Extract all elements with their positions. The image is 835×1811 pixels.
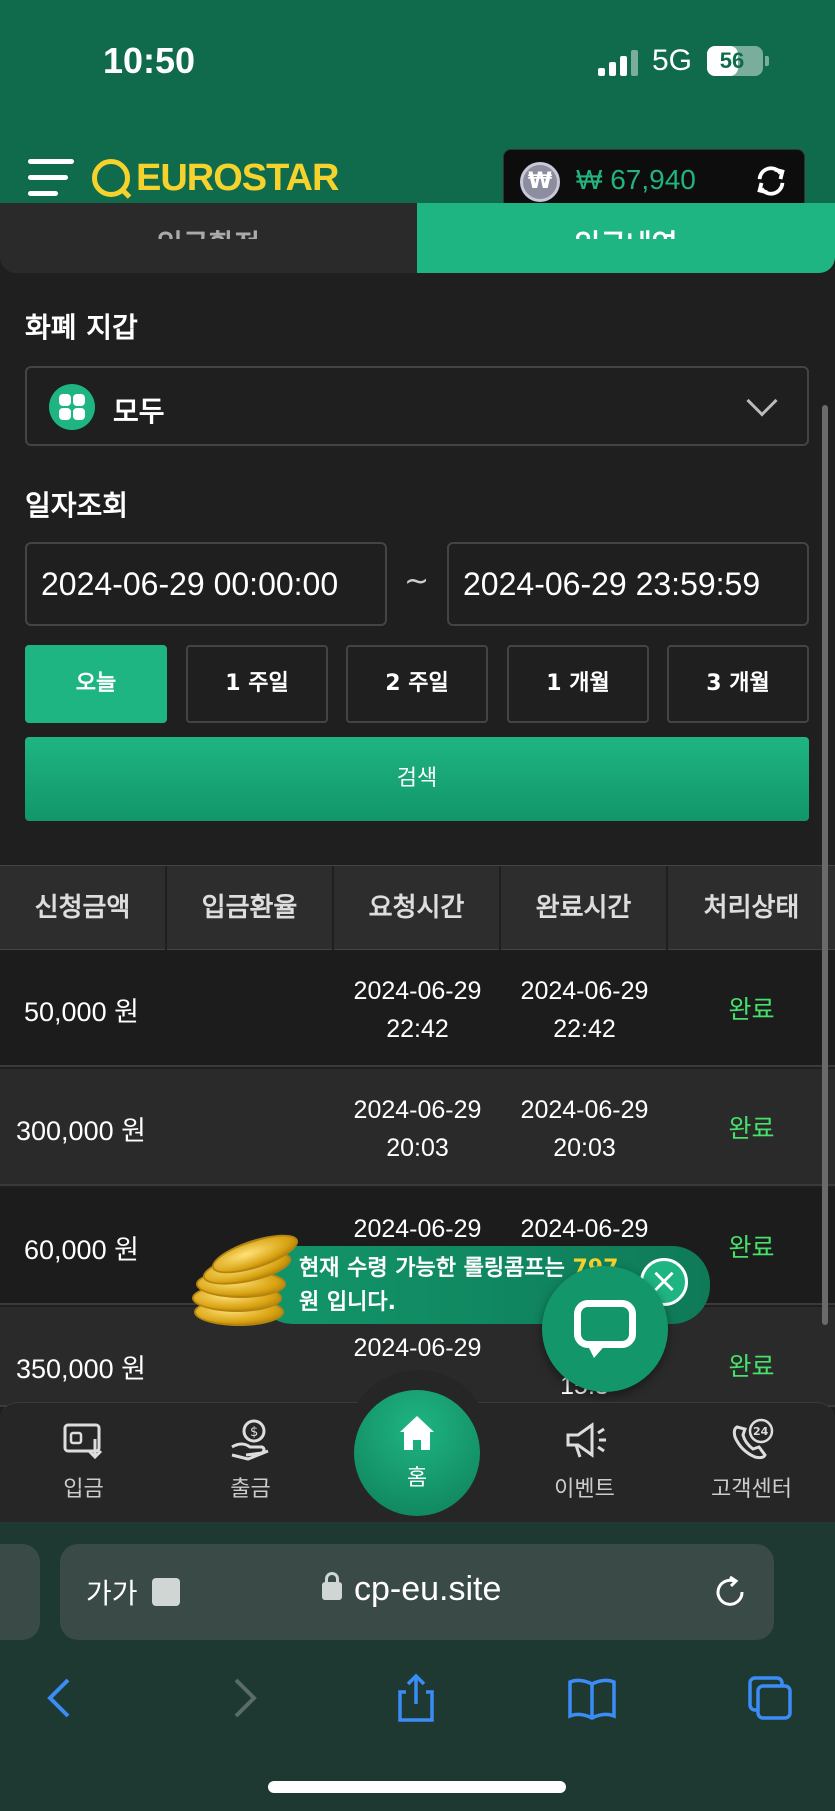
cell-request-time: 2024-06-29 22:42 (353, 977, 482, 1043)
range-1month-button[interactable]: 1 개월 (507, 645, 649, 723)
cell-status: 완료 (728, 1352, 775, 1381)
tab-exchange-label: 입금환전 (156, 228, 261, 261)
tabs-icon[interactable] (744, 1672, 796, 1724)
network-label: 5G (652, 44, 693, 77)
cell-status: 완료 (728, 995, 775, 1024)
range-today-button[interactable]: 오늘 (25, 645, 167, 723)
back-icon[interactable] (36, 1672, 88, 1724)
share-icon[interactable] (390, 1672, 442, 1724)
support-24-icon: 24 (732, 1418, 773, 1460)
tab-history-label: 입금내역 (574, 228, 678, 261)
nav-event-label: 이벤트 (554, 1477, 615, 1502)
logo-mark-icon (92, 159, 130, 197)
range-1week-button[interactable]: 1 주일 (186, 645, 328, 723)
range-3month-button[interactable]: 3 개월 (667, 645, 809, 723)
nav-event[interactable]: 이벤트 (501, 1417, 668, 1517)
battery-icon: 56 (707, 46, 769, 76)
nav-support-label: 고객센터 (711, 1477, 792, 1502)
home-icon (400, 1416, 434, 1450)
nav-withdraw-label: 출금 (230, 1477, 271, 1502)
signal-icon (598, 50, 640, 76)
app-header: 10:50 5G 56 EUROSTAR ₩ ₩ 67,940 (0, 0, 835, 235)
scrollbar[interactable] (822, 405, 828, 1325)
date-from-input[interactable]: 2024-06-29 00:00:00 (25, 542, 387, 626)
withdraw-icon: $ (230, 1419, 269, 1461)
svg-text:$: $ (250, 1425, 258, 1440)
nav-home[interactable]: 홈 (354, 1390, 480, 1516)
extension-icon[interactable] (152, 1578, 180, 1606)
date-to-input[interactable]: 2024-06-29 23:59:59 (447, 542, 809, 626)
won-coin-icon: ₩ (520, 162, 560, 202)
lock-icon (322, 1572, 342, 1600)
bookmarks-icon[interactable] (566, 1672, 618, 1724)
chat-button[interactable] (542, 1266, 668, 1392)
table-row: 50,000 원 2024-06-29 22:42 2024-06-29 22:42… (0, 950, 835, 1067)
coins-icon (190, 1226, 303, 1330)
browser-toolbar: 가가 cp-eu.site (0, 1522, 835, 1811)
wallet-section-label: 화폐 지갑 (25, 311, 138, 344)
date-separator: ~ (404, 564, 430, 599)
home-indicator[interactable] (268, 1781, 566, 1793)
url-text[interactable]: cp-eu.site (354, 1570, 501, 1609)
reader-aa-button[interactable]: 가가 (86, 1572, 138, 1612)
address-bar[interactable]: 가가 cp-eu.site (60, 1544, 774, 1640)
grid-icon (49, 384, 95, 430)
col-rate: 입금환율 (167, 866, 334, 951)
nav-deposit-label: 입금 (63, 1477, 104, 1502)
support-badge: 24 (753, 1425, 769, 1438)
nav-support[interactable]: 24 고객센터 (668, 1417, 835, 1517)
deposit-icon (63, 1423, 102, 1460)
col-amount: 신청금액 (0, 866, 167, 951)
table-row: 300,000 원 2024-06-29 20:03 2024-06-29 20:0… (0, 1069, 835, 1186)
wallet-select[interactable]: 모두 (25, 366, 809, 446)
logo-text: EUROSTAR (136, 156, 339, 199)
tab-history[interactable]: 입금내역 (417, 203, 835, 273)
wallet-amount: ₩ 67,940 (576, 164, 696, 195)
nav-withdraw[interactable]: $ 출금 (167, 1417, 334, 1517)
cell-complete-time: 2024-06-29 20:03 (520, 1096, 649, 1162)
date-section-label: 일자조회 (25, 489, 129, 522)
col-complete-time: 완료시간 (501, 866, 668, 951)
megaphone-icon (566, 1422, 606, 1458)
tab-exchange[interactable]: 입금환전 (0, 203, 417, 273)
search-button[interactable]: 검색 (25, 737, 809, 821)
cell-request-time: 2024-06-29 (353, 1334, 482, 1362)
col-request-time: 요청시간 (334, 866, 501, 951)
logo[interactable]: EUROSTAR (92, 155, 339, 201)
battery-level: 56 (719, 48, 745, 73)
reload-icon[interactable] (712, 1574, 748, 1610)
nav-home-label: 홈 (406, 1466, 428, 1491)
cell-amount: 350,000 원 (16, 1354, 146, 1384)
cell-complete-time: 2024-06-29 22:42 (520, 977, 649, 1043)
tab-bar: 입금환전 입금내역 (0, 203, 835, 273)
cell-amount: 300,000 원 (16, 1116, 146, 1146)
refresh-icon[interactable] (752, 162, 790, 200)
chevron-down-icon (746, 385, 778, 417)
range-2week-button[interactable]: 2 주일 (346, 645, 488, 723)
cell-request-time: 2024-06-29 20:03 (353, 1096, 482, 1162)
wallet-select-value: 모두 (113, 395, 165, 428)
forward-icon[interactable] (216, 1672, 268, 1724)
wallet-balance[interactable]: ₩ ₩ 67,940 (503, 149, 805, 211)
table-header: 신청금액 입금환율 요청시간 완료시간 처리상태 (0, 865, 835, 951)
cell-amount: 60,000 원 (24, 1235, 139, 1265)
hamburger-menu-icon[interactable] (28, 155, 74, 201)
chat-bubble-icon (574, 1300, 636, 1348)
cell-status: 완료 (728, 1114, 775, 1143)
status-time: 10:50 (103, 40, 196, 81)
cell-complete-time: 2024-06-29 (520, 1215, 649, 1243)
nav-deposit[interactable]: 입금 (0, 1417, 167, 1517)
col-status: 처리상태 (703, 893, 800, 923)
cell-amount: 50,000 원 (24, 997, 139, 1027)
cell-request-time: 2024-06-29 (353, 1215, 482, 1243)
previous-tab-preview[interactable] (0, 1544, 40, 1640)
